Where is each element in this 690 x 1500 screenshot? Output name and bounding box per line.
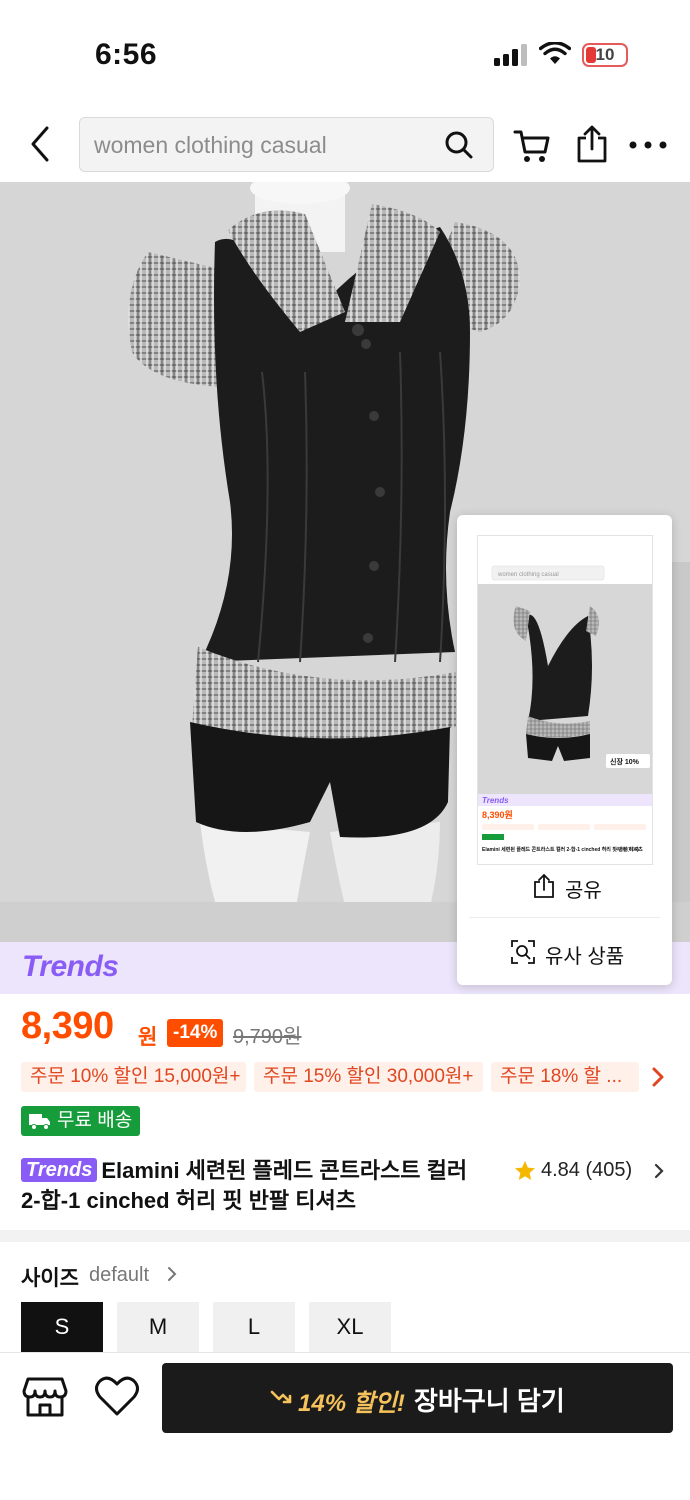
bottom-action-bar: 14% 할인! 장바구니 담기 <box>0 1352 690 1500</box>
free-shipping-badge: 무료 배송 <box>21 1106 141 1136</box>
thumb-rating: 4.84 (405) <box>616 847 639 853</box>
more-icon[interactable] <box>628 138 668 152</box>
wifi-icon <box>539 42 571 64</box>
trends-badge: Trends <box>21 1158 98 1182</box>
trend-arrow-icon <box>270 1390 292 1404</box>
top-nav: women clothing casual <box>0 100 690 182</box>
heart-icon[interactable] <box>94 1375 140 1417</box>
size-option-l[interactable]: L <box>213 1302 295 1352</box>
coupon-chip-1[interactable]: 주문 10% 할인 15,000원+ <box>21 1062 246 1092</box>
status-time: 6:56 <box>95 38 158 71</box>
thumb-badge: 신장 10% <box>610 757 640 766</box>
coupon-chip-2[interactable]: 주문 15% 할인 30,000원+ <box>254 1062 483 1092</box>
thumb-price: 8,390원 <box>482 809 513 820</box>
back-icon[interactable] <box>20 122 60 166</box>
search-input[interactable]: women clothing casual <box>79 117 494 172</box>
chevron-right-icon[interactable] <box>166 1265 178 1283</box>
coupon-chip-3[interactable]: 주문 18% 할 ... <box>491 1062 639 1092</box>
cellular-signal-icon <box>494 44 528 66</box>
popup-share-label: 공유 <box>565 880 602 902</box>
star-icon <box>515 1161 535 1180</box>
size-default[interactable]: default <box>89 1264 149 1287</box>
chevron-right-icon <box>654 1163 664 1179</box>
thumb-trends: Trends <box>482 796 509 805</box>
truck-icon <box>29 1114 50 1130</box>
status-bar: 6:56 10 <box>0 0 690 100</box>
cart-icon[interactable] <box>512 126 552 166</box>
size-option-xl[interactable]: XL <box>309 1302 391 1352</box>
add-to-cart-button[interactable]: 14% 할인! 장바구니 담기 <box>162 1363 673 1433</box>
trends-logo: Trends <box>22 950 119 983</box>
popup-share-button[interactable]: 공유 <box>457 855 672 917</box>
size-option-m[interactable]: M <box>117 1302 199 1352</box>
original-price: 9,790원 <box>233 1026 302 1048</box>
battery-level: 10 <box>595 45 615 64</box>
share-icon[interactable] <box>574 124 610 164</box>
popup-similar-label: 유사 상품 <box>545 946 625 968</box>
battery-icon: 10 <box>582 43 628 67</box>
search-icon[interactable] <box>444 130 474 160</box>
section-divider <box>0 1230 690 1242</box>
rating-value: 4.84 (405) <box>541 1159 633 1181</box>
price-row: 8,390 원 -14% 9,790원 <box>0 1005 690 1055</box>
free-shipping-label: 무료 배송 <box>57 1110 133 1131</box>
search-query: women clothing casual <box>94 132 327 158</box>
thumb-search-text: women clothing casual <box>497 572 559 578</box>
screenshot-share-popup: women clothing casual 신장 10% Trends 8,39… <box>457 515 672 985</box>
price-unit: 원 <box>138 1026 158 1049</box>
share-icon <box>534 873 554 898</box>
discount-badge: -14% <box>167 1019 224 1047</box>
popup-divider <box>469 917 660 918</box>
current-price: 8,390 <box>21 1005 114 1047</box>
popup-similar-button[interactable]: 유사 상품 <box>457 919 672 985</box>
size-option-s[interactable]: S <box>21 1302 103 1352</box>
store-icon[interactable] <box>22 1375 68 1419</box>
cta-discount: 14% 할인! <box>298 1390 405 1417</box>
similar-search-icon <box>511 940 535 964</box>
screenshot-thumbnail[interactable]: women clothing casual 신장 10% Trends 8,39… <box>477 535 653 865</box>
thumbnail-preview: women clothing casual 신장 10% Trends 8,39… <box>478 536 652 864</box>
chevron-right-icon[interactable] <box>648 1064 668 1090</box>
cta-label: 장바구니 담기 <box>414 1386 565 1416</box>
product-title: Trends Elamini 세련된 플레드 콘트라스트 컬러 2-합-1 cin… <box>21 1156 491 1216</box>
size-label: 사이즈 <box>21 1267 79 1290</box>
